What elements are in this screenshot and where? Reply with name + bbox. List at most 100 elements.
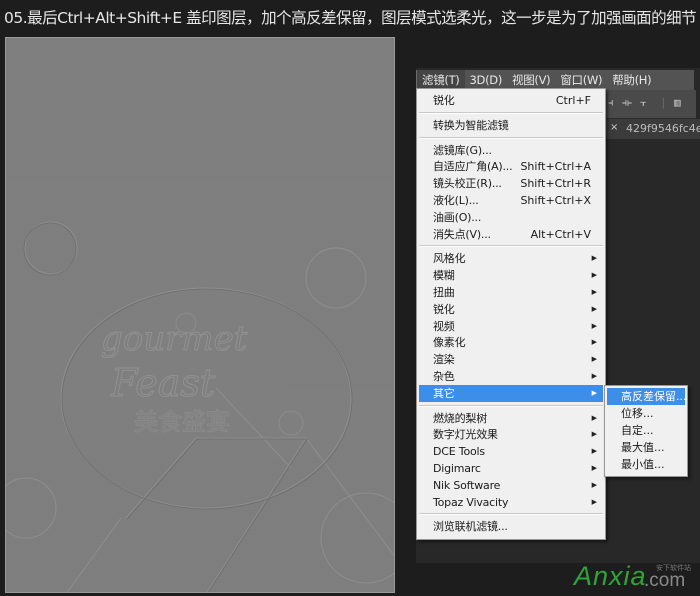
submenu-arrow-icon: ▶ [591,430,597,439]
menu-filter[interactable]: 滤镜(T) [416,70,465,90]
canvas-artwork: gourmet Feast 美食盛宴 [6,38,394,592]
filter-menu-item[interactable]: Topaz Vivacity ▶ [419,494,603,511]
menu-bar: 滤镜(T) 3D(D) 视图(V) 窗口(W) 帮助(H) [416,70,694,90]
filter-menu-item[interactable]: 燃烧的梨树 ▶ [419,410,603,427]
menu-item-label: 滤镜库(G)... [433,143,492,157]
menu-item-label: 自适应广角(A)... [433,160,513,174]
watermark: Anxia 安下软件站 .com [574,561,700,595]
submenu-arrow-icon: ▶ [591,288,597,296]
menu-item-label: 燃烧的梨树 [433,411,487,425]
submenu-item[interactable]: 最大值... [607,439,685,456]
filter-menu-item[interactable]: 模糊 ▶ [419,267,603,284]
filter-menu-item[interactable]: 转换为智能滤镜 [419,117,603,134]
filter-menu-item[interactable]: 自适应广角(A)... Shift+Ctrl+A [419,158,603,175]
menu-help[interactable]: 帮助(H) [607,70,656,90]
menu-item-shortcut: Shift+Ctrl+A [520,160,591,174]
submenu-item[interactable]: 高反差保留... [607,388,687,405]
close-icon[interactable]: × [610,122,618,133]
menu-item-label: 锐化 [433,94,455,107]
canvas-image: gourmet Feast 美食盛宴 [5,37,395,593]
submenu-arrow-icon: ▶ [591,464,597,472]
filter-menu-item[interactable]: 消失点(V)... Alt+Ctrl+V [419,226,603,243]
document-tab[interactable]: × 429f9546fc4e [606,119,700,139]
menu-item-label: 杂色 [433,370,455,383]
menu-item-label: 扭曲 [433,286,455,299]
submenu-item-label: 高反差保留... [621,390,687,403]
filter-menu-item[interactable]: 数字灯光效果 ▶ [419,426,603,443]
menu-separator [419,404,603,407]
menu-item-label: 浏览联机滤镜... [433,520,508,534]
menu-item-label: Digimarc [433,462,481,475]
align-icon[interactable]: ⫞ [608,96,614,110]
submenu-arrow-icon: ▶ [591,413,597,422]
filter-menu-item[interactable]: 渲染 ▶ [419,351,603,368]
menu-item-label: 消失点(V)... [433,227,491,241]
menu-item-label: 数字灯光效果 [433,428,498,442]
tutorial-caption: 05.最后Ctrl+Alt+Shift+E 盖印图层，加个高反差保留，图层模式选… [4,9,697,27]
submenu-item-label: 自定... [621,424,654,437]
filter-menu-item[interactable]: 锐化 ▶ [419,301,603,318]
document-area [606,140,694,560]
filter-menu-item[interactable]: DCE Tools ▶ [419,443,603,460]
toolbar-divider: | [660,96,667,109]
filter-menu-item[interactable]: 油画(O)... [419,209,603,226]
submenu-item-label: 位移... [621,407,654,420]
menu-item-label: Nik Software [433,478,501,492]
menu-3d[interactable]: 3D(D) [465,70,508,90]
submenu-arrow-icon: ▶ [591,321,597,330]
menu-view[interactable]: 视图(V) [507,70,555,90]
menu-item-label: 风格化 [433,252,466,266]
document-tab-name[interactable]: 429f9546fc4e [626,122,700,135]
filter-menu: 锐化 Ctrl+F 转换为智能滤镜 滤镜库(G)... 自适应广角(A)... Shift… [416,88,606,540]
submenu-arrow-icon: ▶ [591,480,597,489]
menu-item-label: 模糊 [433,269,455,283]
submenu-arrow-icon: ▶ [591,254,597,263]
submenu-arrow-icon: ▶ [591,388,597,397]
submenu-arrow-icon: ▶ [591,304,597,313]
artwork-text-gourmet: gourmet [101,319,248,359]
menu-item-label: Topaz Vivacity [433,495,509,509]
menu-item-label: 液化(L)... [433,194,479,207]
submenu-item-label: 最大值... [621,441,665,454]
menu-item-label: 渲染 [433,353,455,367]
filter-menu-item[interactable]: Nik Software ▶ [419,477,603,494]
other-submenu: 高反差保留... 位移... 自定... 最大值... 最小值... [604,385,688,477]
menu-item-label: 其它 [433,386,455,400]
filter-menu-item[interactable]: Digimarc ▶ [419,460,603,477]
artwork-text-cn: 美食盛宴 [134,408,230,436]
distribute-center-icon[interactable]: ⟛ [622,96,632,110]
submenu-item[interactable]: 自定... [607,422,685,439]
filter-menu-item[interactable]: 锐化 Ctrl+F [419,92,603,109]
filter-menu-item[interactable]: 液化(L)... Shift+Ctrl+X [419,192,603,209]
submenu-item[interactable]: 位移... [607,405,685,422]
submenu-arrow-icon: ▶ [591,447,597,456]
menu-item-shortcut: Alt+Ctrl+V [530,227,591,241]
submenu-item-label: 最小值... [621,458,665,471]
filter-menu-item[interactable]: 杂色 ▶ [419,368,603,385]
filter-menu-item[interactable]: 滤镜库(G)... [419,142,603,159]
submenu-arrow-icon: ▶ [591,372,597,380]
distribute-right-icon[interactable]: ⫟ [640,96,647,110]
menu-item-label: 锐化 [433,302,455,316]
menu-item-label: 转换为智能滤镜 [433,118,509,132]
submenu-item[interactable]: 最小值... [607,456,685,473]
options-bar: ⫞ ⟛ ⫟ | ▥ [606,90,696,119]
menu-separator [419,245,603,248]
submenu-arrow-icon: ▶ [591,355,597,364]
menu-item-shortcut: Shift+Ctrl+X [520,194,591,207]
filter-menu-item[interactable]: 扭曲 ▶ [419,284,603,301]
filter-menu-item[interactable]: 像素化 ▶ [419,334,603,351]
menu-item-shortcut: Shift+Ctrl+R [520,177,591,191]
menu-item-shortcut: Ctrl+F [555,94,591,107]
filter-menu-item[interactable]: 风格化 ▶ [419,250,603,267]
filter-menu-item[interactable]: 浏览联机滤镜... [419,518,603,535]
menu-window[interactable]: 窗口(W) [555,70,607,90]
submenu-arrow-icon: ▶ [591,338,597,347]
menu-item-label: DCE Tools [433,445,485,459]
auto-align-icon[interactable]: ▥ [674,96,681,109]
watermark-suffix: .com [644,570,686,591]
filter-menu-item[interactable]: 镜头校正(R)... Shift+Ctrl+R [419,175,603,192]
menu-separator [419,111,603,114]
filter-menu-item[interactable]: 其它 ▶ [419,384,603,402]
filter-menu-item[interactable]: 视频 ▶ [419,318,603,335]
